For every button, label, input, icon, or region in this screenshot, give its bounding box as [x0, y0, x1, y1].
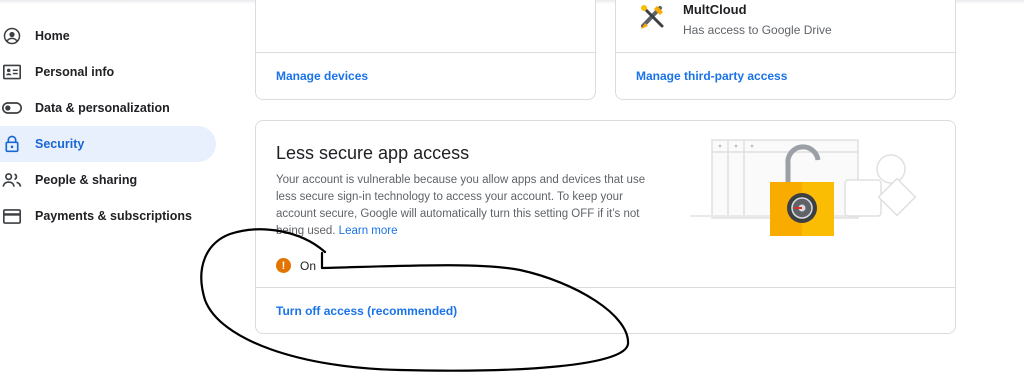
- sidebar-item-personal-info[interactable]: Personal info: [0, 54, 216, 90]
- sidebar-item-label: Personal info: [35, 65, 115, 79]
- card-description: Your account is vulnerable because you a…: [276, 172, 656, 240]
- third-party-access-card: MultCloud Has access to Google Drive Man…: [615, 0, 956, 100]
- lock-icon: [2, 134, 22, 154]
- app-access-description: Has access to Google Drive: [683, 23, 832, 37]
- card-divider: [256, 287, 955, 288]
- sidebar-item-label: Data & personalization: [35, 101, 170, 115]
- people-icon: [2, 170, 22, 190]
- sidebar-item-label: Home: [35, 29, 70, 43]
- toggle-icon: [2, 98, 22, 118]
- sidebar-item-data-personalization[interactable]: Data & personalization: [0, 90, 216, 126]
- sidebar-item-people-sharing[interactable]: People & sharing: [0, 162, 216, 198]
- account-circle-icon: [2, 26, 22, 46]
- app-name: MultCloud: [683, 2, 747, 17]
- turn-off-access-link[interactable]: Turn off access (recommended): [276, 304, 457, 318]
- card-title: Less secure app access: [276, 143, 470, 163]
- manage-devices-link[interactable]: Manage devices: [276, 69, 368, 83]
- devices-card: Manage devices: [255, 0, 596, 100]
- setting-status: ! On: [276, 258, 316, 273]
- status-text: On: [300, 258, 317, 273]
- sidebar-item-label: Security: [35, 137, 85, 151]
- manage-third-party-access-link[interactable]: Manage third-party access: [636, 69, 787, 83]
- description-text: Your account is vulnerable because you a…: [276, 174, 646, 237]
- sidebar-item-payments[interactable]: Payments & subscriptions: [0, 198, 216, 234]
- sidebar-item-home[interactable]: Home: [0, 18, 216, 54]
- learn-more-link[interactable]: Learn more: [339, 225, 398, 237]
- credit-card-icon: [2, 206, 22, 226]
- sidebar-nav: Home Personal info Data & personalizatio…: [0, 18, 216, 234]
- id-card-icon: [2, 62, 22, 82]
- card-divider: [256, 52, 595, 53]
- card-divider: [616, 52, 955, 53]
- multcloud-icon: [638, 2, 668, 32]
- sidebar-item-label: Payments & subscriptions: [35, 209, 192, 223]
- sidebar-item-security[interactable]: Security: [0, 126, 216, 162]
- warning-icon: !: [276, 258, 291, 273]
- unlocked-padlock-illustration: [690, 139, 917, 236]
- sidebar-item-label: People & sharing: [35, 173, 138, 187]
